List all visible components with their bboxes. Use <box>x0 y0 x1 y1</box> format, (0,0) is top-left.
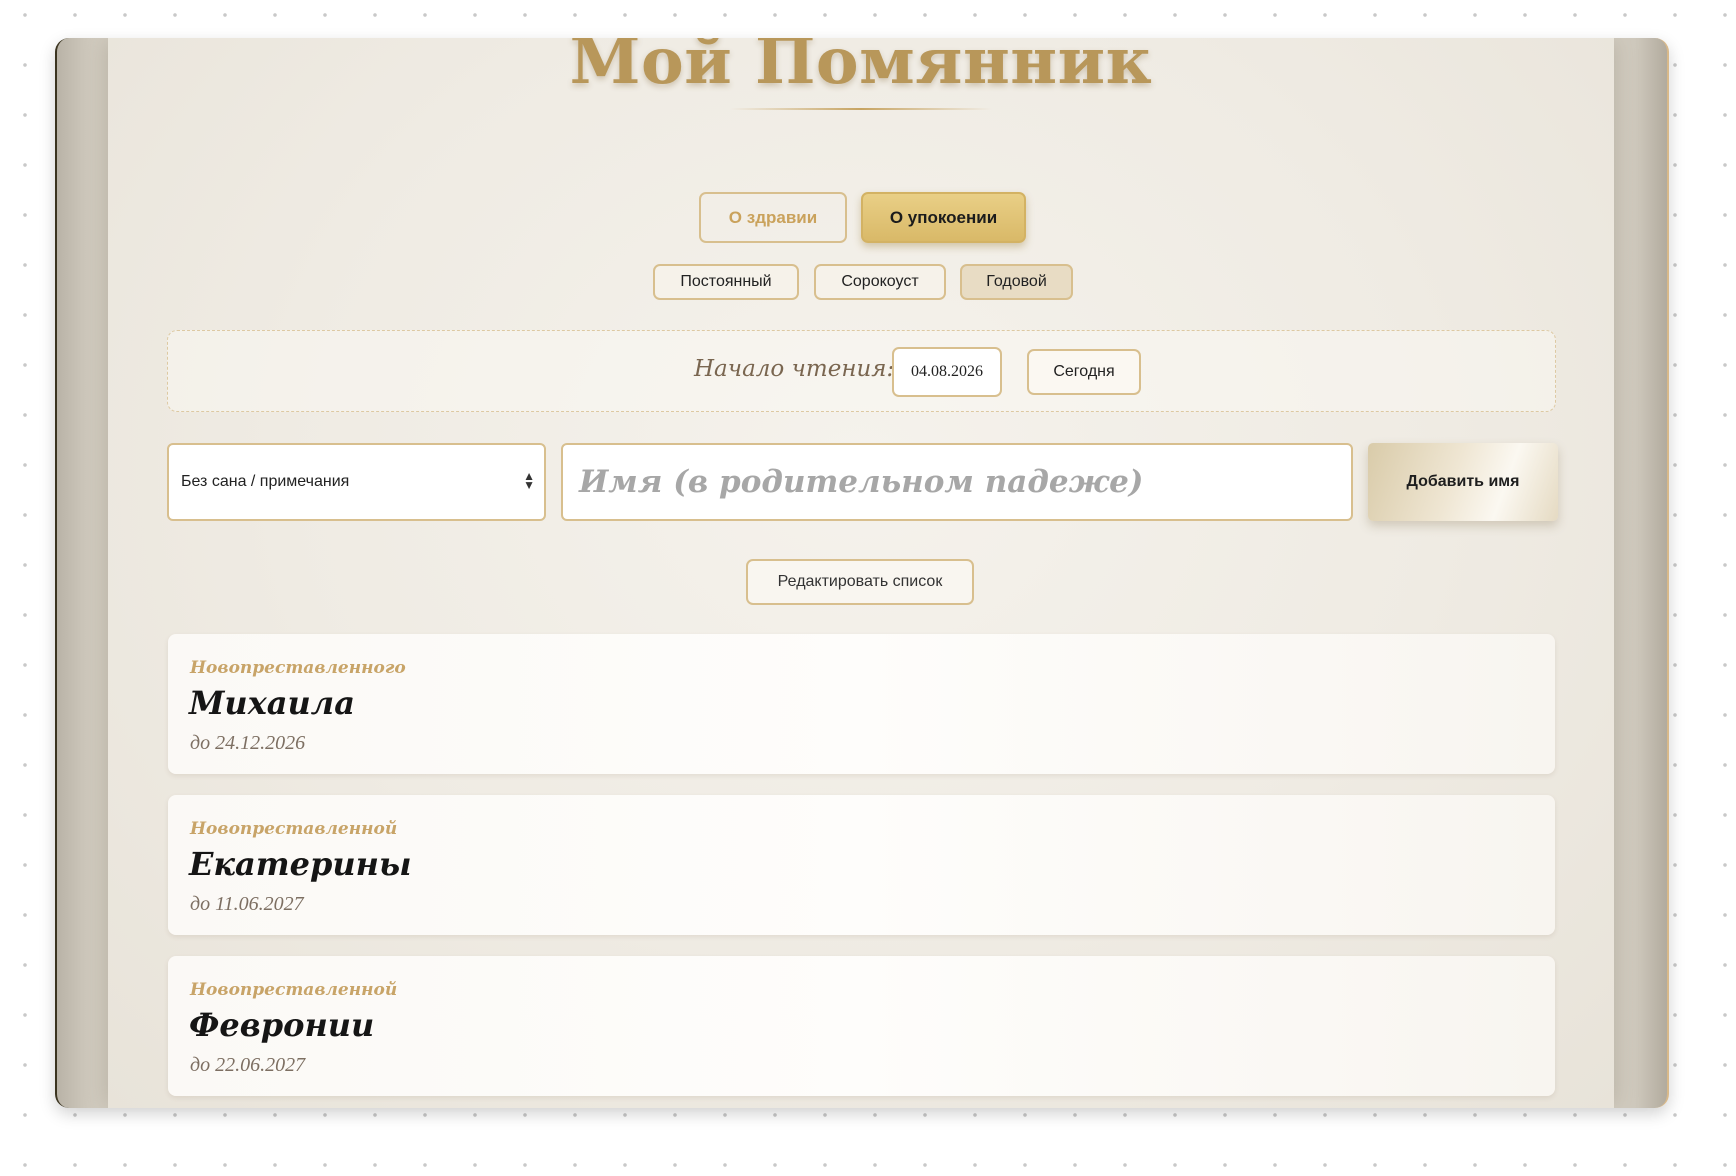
subtype-yearly-button[interactable]: Годовой <box>960 264 1073 300</box>
tab-repose[interactable]: О упокоении <box>861 192 1026 243</box>
entry-until-date: до 24.12.2026 <box>190 732 306 754</box>
entry-until-date: до 11.06.2027 <box>190 893 304 915</box>
subtype-sorokoust-button[interactable]: Сорокоуст <box>814 264 946 300</box>
entry-name: Михаила <box>189 684 355 722</box>
updown-arrows-icon: ▲ ▼ <box>523 469 535 492</box>
page-title: Мой Помянник <box>569 38 1153 99</box>
list-item[interactable]: Новопреставленной Екатерины до 11.06.202… <box>168 795 1555 935</box>
rank-select[interactable]: Без сана / примечания ▲ ▼ <box>167 443 546 521</box>
today-button[interactable]: Сегодня <box>1027 349 1141 395</box>
entry-name: Февронии <box>189 1006 375 1044</box>
tab-health[interactable]: О здравии <box>699 192 847 243</box>
list-item[interactable]: Новопреставленной Февронии до 22.06.2027 <box>168 956 1555 1096</box>
subtype-permanent-button[interactable]: Постоянный <box>653 264 799 300</box>
app-window: Мой Помянник О здравии О упокоении Посто… <box>55 38 1669 1108</box>
list-item[interactable]: Новопреставленного Михаила до 24.12.2026 <box>168 634 1555 774</box>
start-date-input[interactable]: 04.08.2026 <box>892 347 1002 397</box>
edit-list-button[interactable]: Редактировать список <box>746 559 974 605</box>
name-input[interactable]: Имя (в родительном падеже) <box>561 443 1353 521</box>
entry-until-date: до 22.06.2027 <box>190 1054 306 1076</box>
title-divider <box>730 108 992 110</box>
start-date-label: Начало чтения: <box>694 356 895 382</box>
entry-rank: Новопреставленной <box>190 819 398 839</box>
add-name-button[interactable]: Добавить имя <box>1368 443 1558 521</box>
entry-name: Екатерины <box>189 845 412 883</box>
entry-rank: Новопреставленной <box>190 980 398 1000</box>
entry-rank: Новопреставленного <box>190 658 406 678</box>
paper-page: Мой Помянник О здравии О упокоении Посто… <box>108 38 1614 1108</box>
rank-select-value: Без сана / примечания <box>181 473 350 490</box>
